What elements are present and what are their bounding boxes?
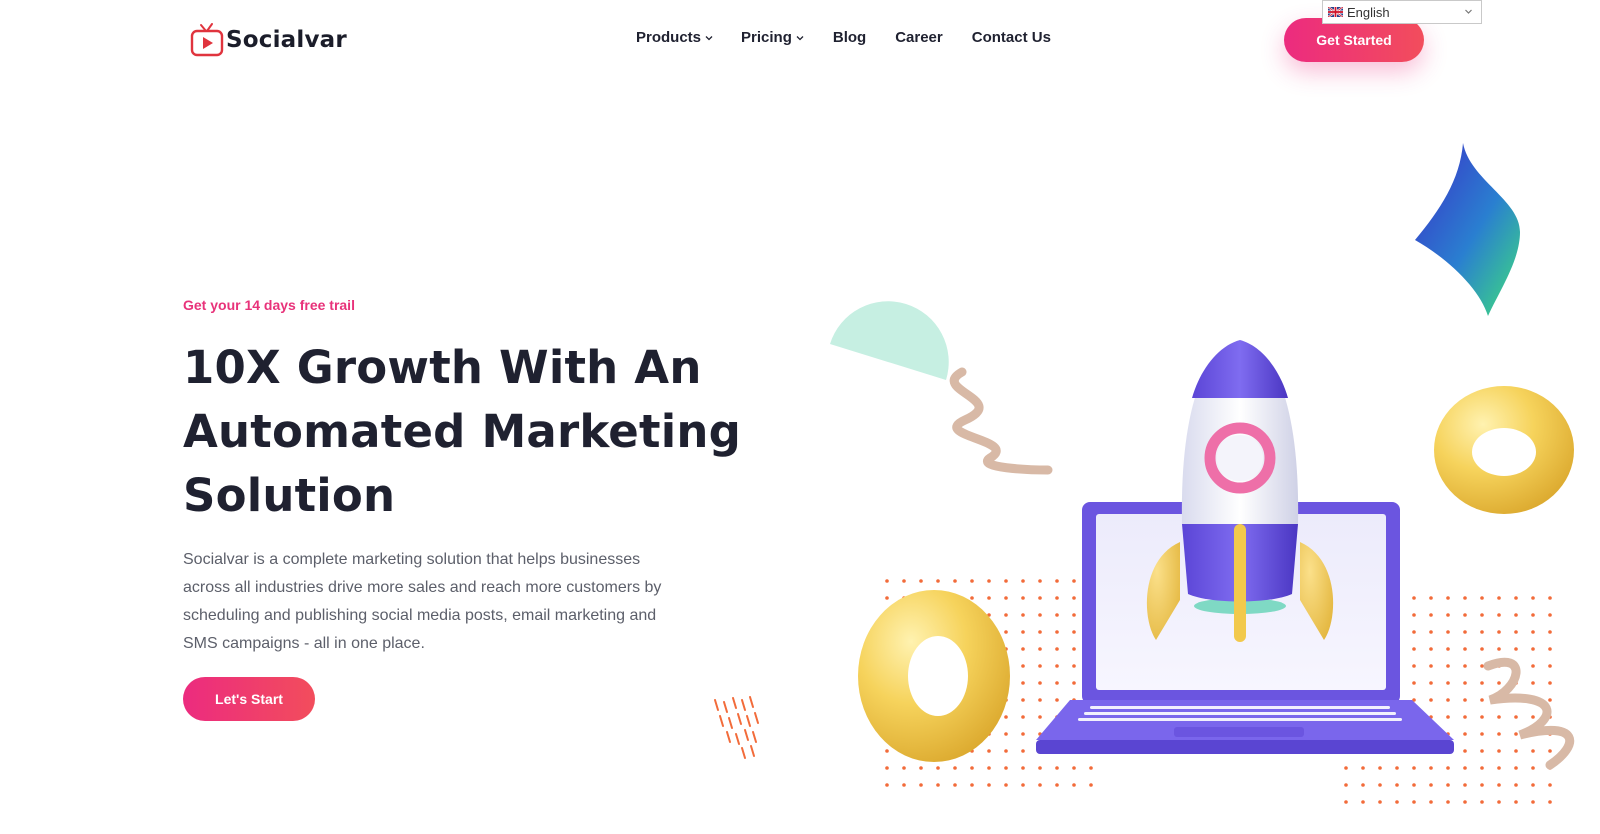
site-logo[interactable]: Socialvar	[190, 22, 347, 58]
nav-career[interactable]: Career	[895, 29, 943, 46]
hero-eyebrow: Get your 14 days free trail	[183, 297, 355, 313]
nav-blog-label: Blog	[832, 29, 867, 46]
rocket	[1146, 340, 1334, 642]
kite-shape	[1415, 143, 1520, 316]
uk-flag-icon	[1328, 7, 1343, 17]
chevron-down-icon	[705, 36, 713, 41]
nav-products[interactable]: Products	[636, 29, 713, 46]
mint-half-circle	[830, 301, 949, 380]
tv-play-icon	[190, 23, 224, 57]
language-select[interactable]: English	[1322, 0, 1482, 24]
nav-products-label: Products	[636, 29, 702, 46]
donut-right	[1434, 386, 1574, 514]
dot-grid-right	[1338, 586, 1564, 808]
lets-start-button[interactable]: Let's Start	[183, 677, 315, 721]
nav-pricing[interactable]: Pricing	[741, 29, 804, 46]
keyboard	[1078, 706, 1402, 721]
nav-contact-label: Contact Us	[971, 29, 1051, 46]
brand-name: Socialvar	[226, 27, 347, 53]
nav-pricing-label: Pricing	[741, 29, 792, 46]
get-started-button[interactable]: Get Started	[1284, 18, 1424, 62]
nav-career-label: Career	[895, 29, 943, 46]
laptop	[1036, 502, 1454, 754]
donut-left	[858, 590, 1010, 762]
hero-title: 10X Growth With An Automated Marketing S…	[183, 341, 742, 522]
chevron-down-icon	[1465, 9, 1472, 14]
language-selected: English	[1347, 4, 1390, 20]
main-nav: Products Pricing Blog Career Contact Us	[636, 29, 1051, 46]
dash-marks	[714, 696, 759, 759]
nav-blog[interactable]: Blog	[833, 29, 866, 46]
nav-contact-us[interactable]: Contact Us	[972, 29, 1051, 46]
chevron-down-icon	[796, 36, 804, 41]
hero-description: Socialvar is a complete marketing soluti…	[183, 551, 662, 652]
dot-grid-left	[876, 576, 1102, 798]
squiggle-right	[1483, 657, 1575, 770]
squiggle-left	[949, 367, 1053, 475]
